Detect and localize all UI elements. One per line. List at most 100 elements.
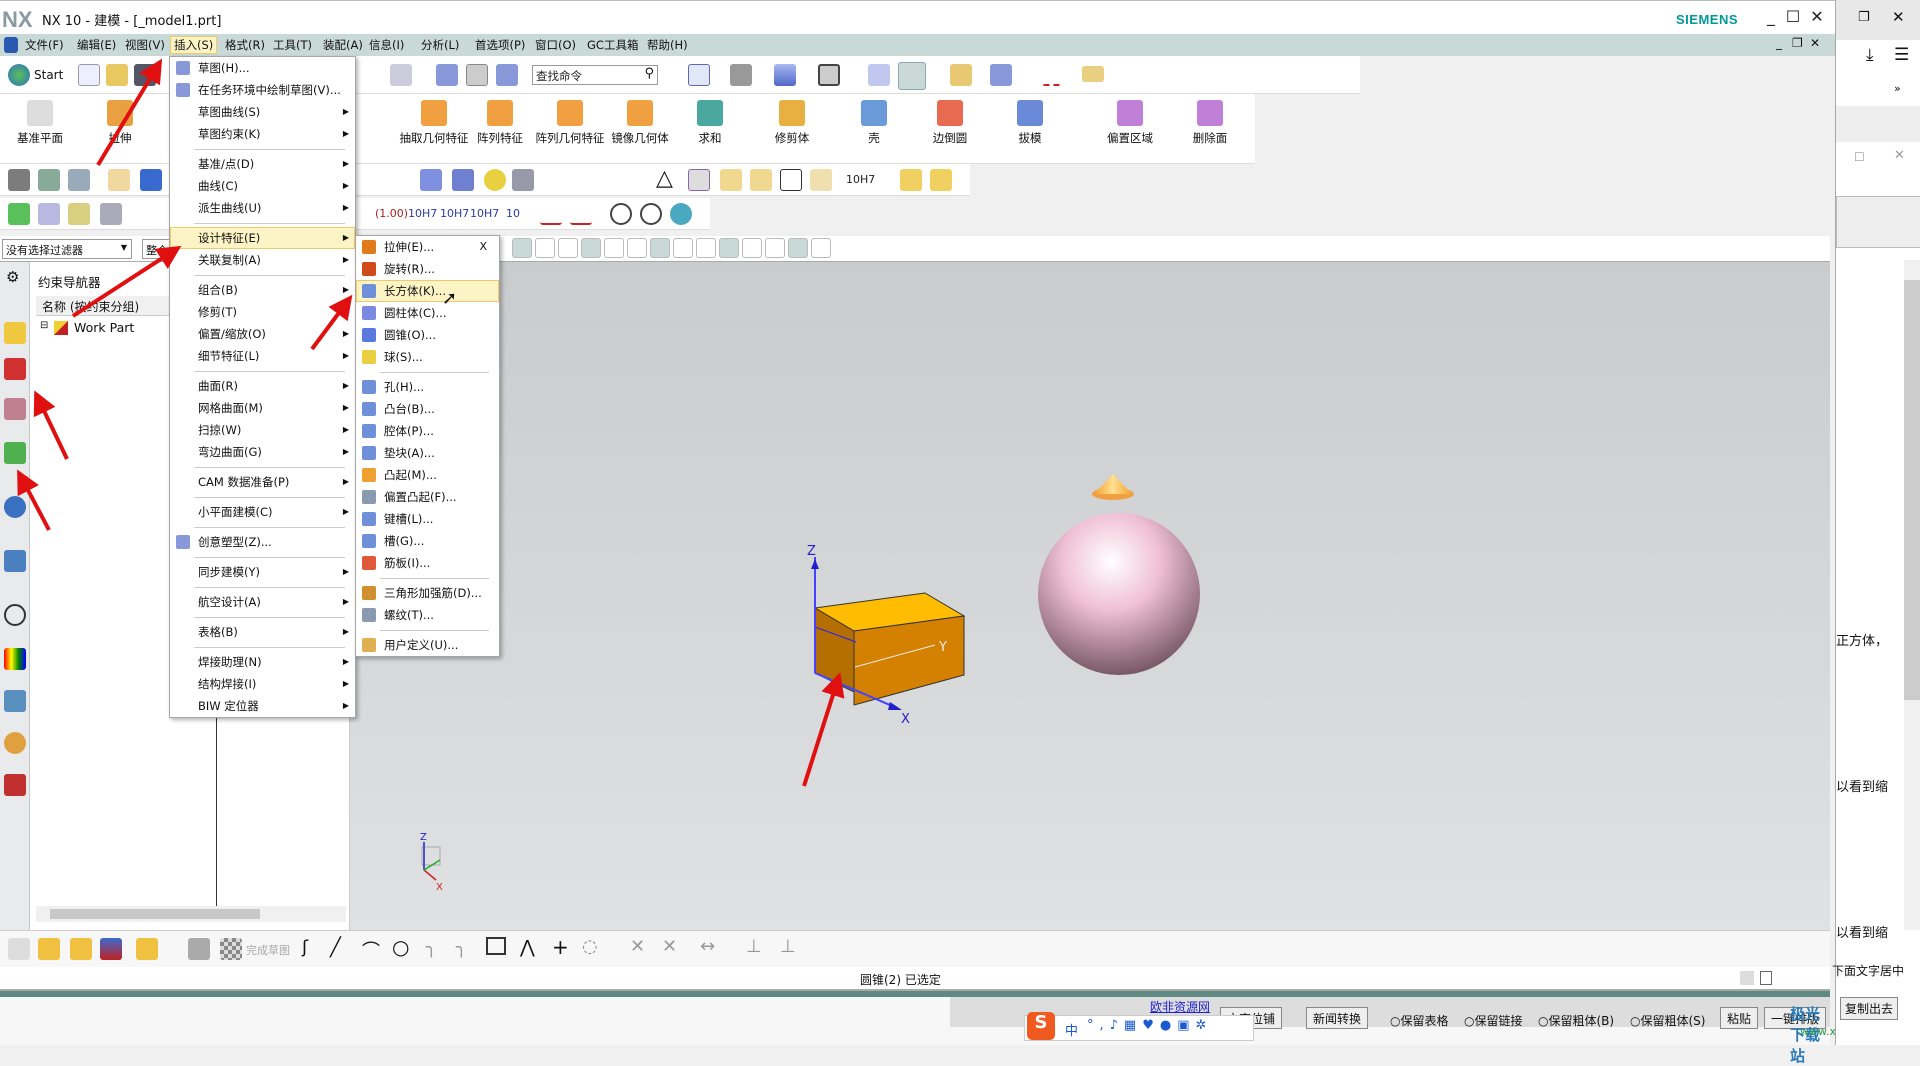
close-icon[interactable]: ✕ <box>1892 8 1905 26</box>
menu-item[interactable]: 球(S)... <box>356 346 499 368</box>
menu-10[interactable]: 窗口(O) <box>532 37 579 55</box>
coil-icon[interactable] <box>452 169 474 191</box>
menu-item[interactable]: 草图(H)... <box>170 57 355 79</box>
polygon-icon[interactable]: ⋀ <box>520 937 535 958</box>
start-icon[interactable] <box>8 64 30 86</box>
menu-item[interactable]: BIW 定位器 ▶ <box>170 695 355 717</box>
menu-item[interactable]: 筋板(I)... <box>356 552 499 574</box>
menu-9[interactable]: 首选项(P) <box>472 37 528 55</box>
new-file-icon[interactable] <box>78 64 100 86</box>
snap-point-icon[interactable] <box>581 238 601 258</box>
open-folder-icon[interactable] <box>106 64 128 86</box>
assembly-icon[interactable] <box>8 938 30 960</box>
dim-label[interactable]: 10H7 <box>440 207 469 220</box>
menu-item[interactable]: 偏置/缩放(O) ▶ <box>170 323 355 345</box>
snap-point-icon[interactable] <box>788 238 808 258</box>
unlock-part-icon[interactable] <box>930 169 952 191</box>
doc-close-button[interactable]: ✕ <box>1810 36 1820 50</box>
keep-bold-b-radio[interactable]: ○保留粗体(B) <box>1538 1012 1614 1029</box>
edit-section-icon[interactable] <box>898 62 926 90</box>
ribbon-button-4[interactable]: 阵列几何特征 <box>530 94 610 146</box>
vertical-scrollbar[interactable] <box>1904 260 1920 930</box>
menu-item[interactable]: 结构焊接(I) ▶ <box>170 673 355 695</box>
snap-point-icon[interactable] <box>650 238 670 258</box>
maximize-icon[interactable]: ☐ <box>1854 150 1865 164</box>
ribbon-button-12[interactable]: 删除面 <box>1170 94 1250 146</box>
history-icon[interactable] <box>4 604 26 626</box>
process-studio-icon[interactable] <box>4 690 26 712</box>
menu-item[interactable]: 垫块(A)... <box>356 442 499 464</box>
line-icon[interactable]: ╱ <box>330 937 341 958</box>
menu-item[interactable]: 曲面(R) ▶ <box>170 375 355 397</box>
reuse-library-icon[interactable] <box>4 442 26 464</box>
news-convert-button[interactable]: 新闻转换 <box>1306 1007 1369 1029</box>
dim-label[interactable]: 10H7 <box>470 207 499 220</box>
assembly-constraint-icon[interactable] <box>100 938 122 960</box>
sphere-solid[interactable] <box>1038 513 1200 675</box>
ime-mode-toggle[interactable]: 中 <box>1065 1020 1078 1039</box>
menu-11[interactable]: GC工具箱 <box>584 37 641 55</box>
ribbon-button-7[interactable]: 修剪体 <box>752 94 832 146</box>
menu-item[interactable]: 键槽(L)... <box>356 508 499 530</box>
attribute-tag-icon[interactable] <box>108 169 130 191</box>
selection-scope-dropdown[interactable]: 整个 <box>142 239 172 259</box>
orient-view-icon[interactable] <box>774 64 796 86</box>
menu-item[interactable]: 草图曲线(S) ▶ <box>170 101 355 123</box>
doc-restore-button[interactable]: ❐ <box>1792 36 1803 50</box>
triangle-icon[interactable]: △ <box>656 166 673 191</box>
menu-item[interactable]: 圆柱体(C)... <box>356 302 499 324</box>
table-icon[interactable] <box>688 169 710 191</box>
copy-out-button[interactable]: 复制出去 <box>1840 997 1899 1020</box>
maximize-button[interactable]: ☐ <box>1782 7 1804 27</box>
snap-point-icon[interactable] <box>765 238 785 258</box>
menu-item[interactable]: 曲线(C) ▶ <box>170 175 355 197</box>
menu-item[interactable]: 关联复制(A) ▶ <box>170 249 355 271</box>
finish-sketch-button[interactable]: 完成草图 <box>246 942 290 958</box>
system-scene-icon[interactable] <box>4 774 26 796</box>
move-component-icon[interactable] <box>70 938 92 960</box>
menu-item[interactable]: 偏置凸起(F)... <box>356 486 499 508</box>
menu-5[interactable]: 工具(T) <box>270 37 315 55</box>
menu-item[interactable]: 腔体(P)... <box>356 420 499 442</box>
rectangle-icon[interactable] <box>486 937 506 955</box>
ribbon-button-5[interactable]: 镜像几何体 <box>600 94 680 146</box>
radius-leader-icon[interactable] <box>570 203 592 225</box>
nx-app-icon[interactable] <box>4 37 18 53</box>
menu-item[interactable]: 弯边曲面(G) ▶ <box>170 441 355 463</box>
start-button[interactable]: Start <box>34 68 63 82</box>
check-table-icon[interactable] <box>68 203 90 225</box>
dim-label[interactable]: (1.00) <box>375 207 408 220</box>
restore-icon[interactable]: ❐ <box>1858 10 1870 25</box>
ribbon-button-10[interactable]: 拔模 <box>990 94 1070 146</box>
cone-solid[interactable] <box>1092 474 1134 500</box>
menu-item[interactable]: 小平面建模(C) ▶ <box>170 501 355 523</box>
validate-icon[interactable] <box>8 203 30 225</box>
menu-item[interactable]: 同步建模(Y) ▶ <box>170 561 355 583</box>
tolerance-label[interactable]: 10H7 <box>846 173 875 186</box>
paste-button[interactable]: 粘贴 <box>1720 1007 1759 1029</box>
menu-item[interactable]: 槽(G)... <box>356 530 499 552</box>
menu-item[interactable]: 扫掠(W) ▶ <box>170 419 355 441</box>
horizontal-scrollbar[interactable] <box>36 906 346 922</box>
auto-constraint-icon[interactable]: ⊥ <box>780 936 796 957</box>
background-icon[interactable] <box>818 64 840 86</box>
dimension-brush-icon[interactable] <box>810 169 832 191</box>
menu-item[interactable]: 孔(H)... <box>356 376 499 398</box>
collapse-icon[interactable]: ⊟ <box>40 320 48 331</box>
chamfer-icon[interactable]: ╮ <box>456 937 467 958</box>
layer-settings-icon[interactable] <box>38 169 60 191</box>
view-icon[interactable] <box>436 64 458 86</box>
trim-icon[interactable]: ✕ <box>630 936 645 957</box>
part-navigator-icon[interactable] <box>4 398 26 420</box>
menu-item[interactable]: 基准/点(D) ▶ <box>170 153 355 175</box>
keep-bold-s-radio[interactable]: ○保留粗体(S) <box>1630 1012 1705 1029</box>
ribbon-button-0[interactable]: 基准平面 <box>0 94 80 146</box>
snap-icon[interactable] <box>1040 64 1062 86</box>
menu-8[interactable]: 分析(L) <box>418 37 462 55</box>
menu-item[interactable]: 圆锥(O)... <box>356 324 499 346</box>
menu-icon[interactable]: ☰ <box>1894 45 1909 65</box>
menu-item[interactable]: 凸起(M)... <box>356 464 499 486</box>
menu-item[interactable]: 网格曲面(M) ▶ <box>170 397 355 419</box>
clip-section-icon[interactable] <box>868 64 890 86</box>
menu-4[interactable]: 格式(R) <box>222 37 268 55</box>
